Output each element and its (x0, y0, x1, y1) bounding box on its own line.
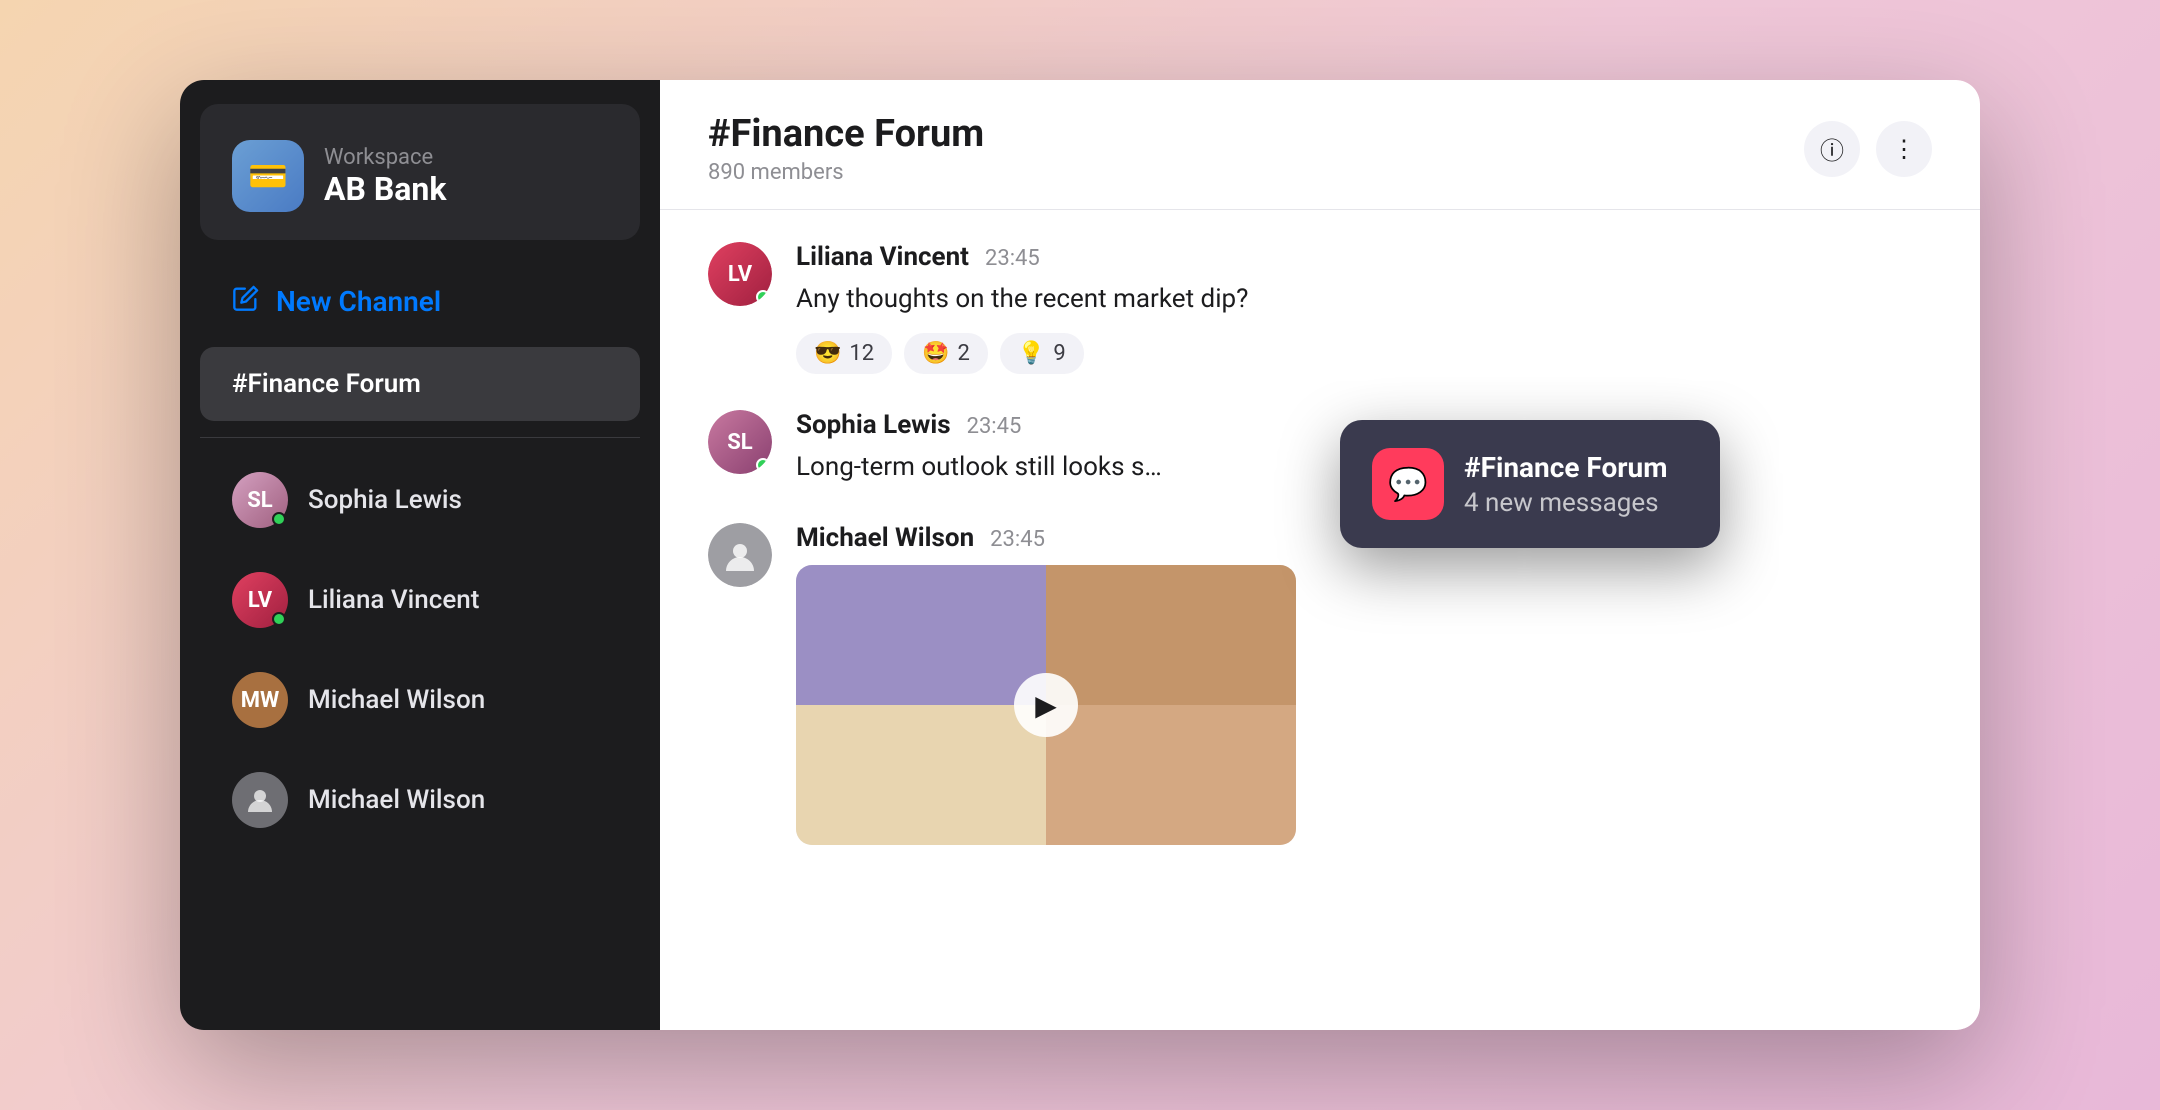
info-button[interactable]: ⓘ (1804, 121, 1860, 177)
reaction-emoji: 🤩 (922, 341, 949, 366)
online-dot (756, 458, 770, 472)
main-content: #Finance Forum 890 members ⓘ ⋮ (660, 80, 1980, 1030)
message-header: Michael Wilson 23:45 (796, 523, 1296, 553)
play-button[interactable]: ▶ (1014, 673, 1078, 737)
sidebar: 💳 Workspace AB Bank New Channel #Fi (180, 80, 660, 1030)
avatar: SL (232, 472, 288, 528)
message-time: 23:45 (990, 527, 1045, 552)
chat-title: #Finance Forum (708, 112, 984, 156)
channel-name: #Finance Forum (232, 369, 421, 399)
dm-name-michael-2: Michael Wilson (308, 785, 485, 815)
online-indicator (272, 512, 286, 526)
message-header: Liliana Vincent 23:45 (796, 242, 1248, 272)
avatar-michael-msg (708, 523, 772, 587)
avatar-liliana-msg: LV (708, 242, 772, 306)
message-row: SL Sophia Lewis 23:45 Long-term outlook … (708, 410, 1932, 487)
reaction-3[interactable]: 💡 9 (1000, 333, 1084, 374)
message-text: Any thoughts on the recent market dip? (796, 280, 1248, 319)
sidebar-item-michael-wilson-1[interactable]: MW Michael Wilson (200, 652, 640, 748)
notification-popup: 💬 #Finance Forum 4 new messages (1340, 420, 1720, 548)
reaction-count: 9 (1053, 341, 1065, 366)
dm-name-liliana: Liliana Vincent (308, 585, 479, 615)
workspace-info: Workspace AB Bank (324, 145, 446, 208)
avatar: LV (232, 572, 288, 628)
online-indicator (272, 612, 286, 626)
video-block (796, 565, 1046, 705)
online-dot (756, 290, 770, 304)
notification-message: 4 new messages (1464, 488, 1667, 518)
reaction-2[interactable]: 🤩 2 (904, 333, 988, 374)
video-block (1046, 705, 1296, 845)
video-thumbnail[interactable]: ▶ (796, 565, 1296, 845)
message-row: LV Liliana Vincent 23:45 Any thoughts on… (708, 242, 1932, 374)
message-content: Liliana Vincent 23:45 Any thoughts on th… (796, 242, 1248, 374)
reaction-count: 2 (958, 341, 970, 366)
notification-channel: #Finance Forum (1464, 451, 1667, 484)
message-time: 23:45 (967, 414, 1022, 439)
reaction-emoji: 😎 (814, 341, 841, 366)
message-author: Sophia Lewis (796, 410, 951, 440)
avatar-michael-2 (232, 772, 288, 828)
more-button[interactable]: ⋮ (1876, 121, 1932, 177)
message-time: 23:45 (985, 246, 1040, 271)
message-text: Long-term outlook still looks s… (796, 448, 1162, 487)
notification-content: #Finance Forum 4 new messages (1464, 451, 1667, 518)
message-header: Sophia Lewis 23:45 (796, 410, 1162, 440)
dm-name-sophia: Sophia Lewis (308, 485, 462, 515)
sidebar-item-michael-wilson-2[interactable]: Michael Wilson (200, 752, 640, 848)
workspace-avatar: 💳 (232, 140, 304, 212)
message-author: Michael Wilson (796, 523, 974, 553)
sidebar-divider (200, 437, 640, 438)
avatar: MW (232, 672, 288, 728)
header-actions: ⓘ ⋮ (1804, 121, 1932, 177)
chat-title-wrap: #Finance Forum 890 members (708, 112, 984, 185)
avatar-michael-1: MW (232, 672, 288, 728)
message-row: Michael Wilson 23:45 ▶ (708, 523, 1932, 845)
workspace-label: Workspace (324, 145, 446, 170)
workspace-header[interactable]: 💳 Workspace AB Bank (200, 104, 640, 240)
reaction-emoji: 💡 (1018, 341, 1045, 366)
video-block (1046, 565, 1296, 705)
more-icon: ⋮ (1892, 135, 1916, 163)
new-channel-label: New Channel (276, 285, 441, 318)
reactions: 😎 12 🤩 2 💡 9 (796, 333, 1248, 374)
notification-icon: 💬 (1372, 448, 1444, 520)
avatar-sophia-msg: SL (708, 410, 772, 474)
new-channel-button[interactable]: New Channel (200, 260, 640, 343)
chat-members: 890 members (708, 160, 984, 185)
avatar (232, 772, 288, 828)
sidebar-item-sophia-lewis[interactable]: SL Sophia Lewis (200, 452, 640, 548)
message-author: Liliana Vincent (796, 242, 969, 272)
reaction-1[interactable]: 😎 12 (796, 333, 892, 374)
reaction-count: 12 (849, 341, 874, 366)
dm-name-michael-1: Michael Wilson (308, 685, 485, 715)
sidebar-item-liliana-vincent[interactable]: LV Liliana Vincent (200, 552, 640, 648)
chat-header: #Finance Forum 890 members ⓘ ⋮ (660, 80, 1980, 210)
sidebar-item-finance-forum[interactable]: #Finance Forum (200, 347, 640, 421)
message-content: Sophia Lewis 23:45 Long-term outlook sti… (796, 410, 1162, 487)
messages-area: LV Liliana Vincent 23:45 Any thoughts on… (660, 210, 1980, 1030)
info-icon: ⓘ (1820, 131, 1844, 166)
video-block (796, 705, 1046, 845)
message-content: Michael Wilson 23:45 ▶ (796, 523, 1296, 845)
workspace-name: AB Bank (324, 170, 446, 208)
new-channel-icon (232, 284, 260, 319)
